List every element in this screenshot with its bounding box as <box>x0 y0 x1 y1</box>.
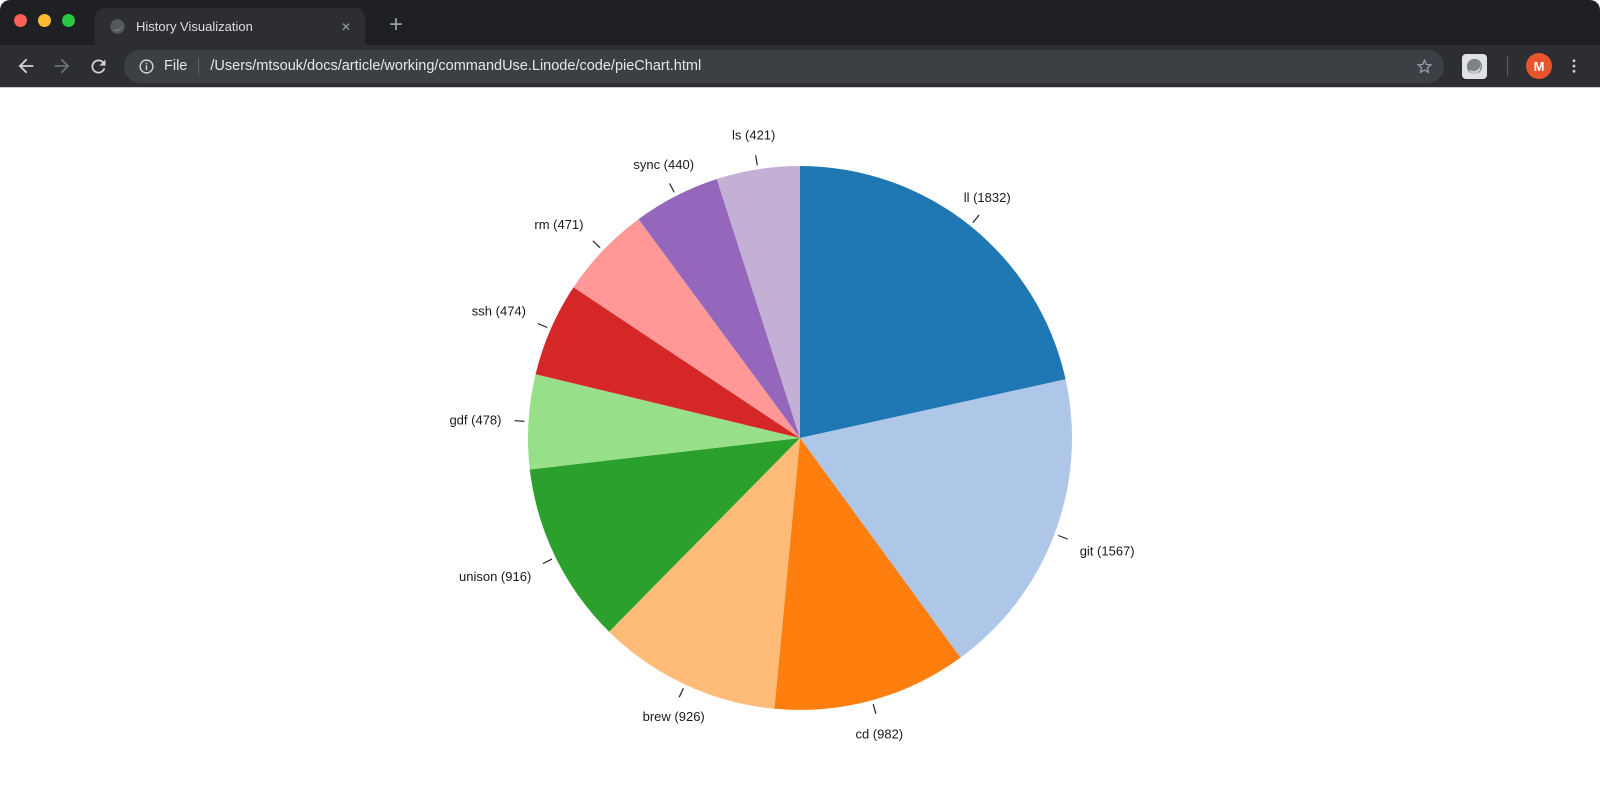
slice-label-rm: rm (471) <box>534 217 583 232</box>
url-separator <box>198 58 199 75</box>
browser-tab[interactable]: History Visualization ✕ <box>95 8 365 45</box>
slice-label-ssh: ssh (474) <box>472 303 526 318</box>
reload-icon <box>88 56 109 77</box>
window-minimize-button[interactable] <box>38 14 51 27</box>
new-tab-button[interactable]: + <box>383 12 409 38</box>
extension-icon[interactable] <box>1462 54 1487 79</box>
tab-strip: History Visualization ✕ + <box>0 0 1600 45</box>
back-arrow-icon <box>15 55 37 77</box>
browser-toolbar: File /Users/mtsouk/docs/article/working/… <box>0 45 1600 88</box>
slice-label-brew: brew (926) <box>643 709 705 724</box>
url-bar[interactable]: File /Users/mtsouk/docs/article/working/… <box>124 50 1444 83</box>
browser-menu-button[interactable] <box>1560 52 1588 80</box>
url-scheme-label: File <box>164 58 187 74</box>
tab-close-icon[interactable]: ✕ <box>337 18 355 36</box>
profile-avatar[interactable]: M <box>1526 53 1552 79</box>
slice-tick-git <box>1058 536 1067 540</box>
history-pie-chart: ll (1832) git (1567) cd (982) brew (926) uni… <box>0 88 1600 792</box>
forward-arrow-icon <box>51 55 73 77</box>
url-path-text[interactable]: /Users/mtsouk/docs/article/working/comma… <box>210 58 1407 74</box>
slice-label-ls: ls (421) <box>732 128 775 143</box>
slice-tick-ssh <box>538 324 547 328</box>
slice-label-unison: unison (916) <box>459 569 531 584</box>
slice-label-ll: ll (1832) <box>964 190 1011 205</box>
toolbar-separator <box>1507 56 1508 76</box>
kebab-menu-icon <box>1565 57 1583 75</box>
slice-label-cd: cd (982) <box>855 726 903 741</box>
window-close-button[interactable] <box>14 14 27 27</box>
bookmark-star-icon[interactable] <box>1415 57 1434 76</box>
slice-tick-brew <box>679 688 683 697</box>
window-zoom-button[interactable] <box>62 14 75 27</box>
slice-tick-ls <box>756 155 758 165</box>
slice-tick-sync <box>670 184 675 193</box>
reload-button[interactable] <box>84 52 112 80</box>
slice-label-gdf: gdf (478) <box>449 413 501 428</box>
slice-tick-ll <box>973 215 979 223</box>
slice-tick-cd <box>873 704 876 714</box>
slice-tick-unison <box>543 559 552 563</box>
slice-label-sync: sync (440) <box>633 157 694 172</box>
page-info-icon[interactable] <box>138 58 155 75</box>
slice-tick-gdf <box>515 421 525 422</box>
back-button[interactable] <box>12 52 40 80</box>
page-content: ll (1832) git (1567) cd (982) brew (926) uni… <box>0 88 1600 792</box>
window-controls <box>14 14 75 27</box>
slice-label-git: git (1567) <box>1080 544 1135 559</box>
tab-title: History Visualization <box>136 19 337 34</box>
forward-button[interactable] <box>48 52 76 80</box>
slice-tick-rm <box>593 241 600 248</box>
globe-favicon-icon <box>109 18 126 35</box>
